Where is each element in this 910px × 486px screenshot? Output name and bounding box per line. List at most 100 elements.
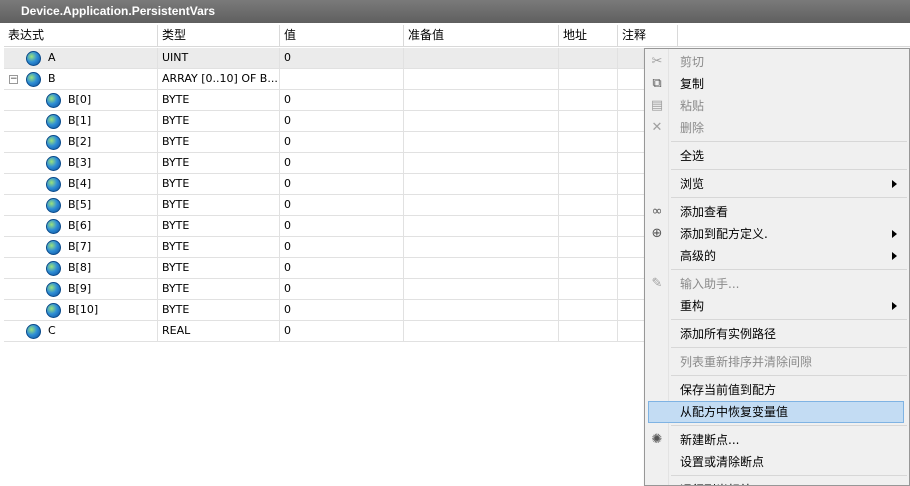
value-cell[interactable]: 0	[280, 279, 404, 300]
prepared-value-cell[interactable]	[404, 258, 559, 279]
menu-item[interactable]: 浏览	[645, 173, 909, 195]
type-cell[interactable]: REAL	[158, 321, 280, 342]
value-cell[interactable]: 0	[280, 153, 404, 174]
column-header-address[interactable]: 地址	[559, 25, 618, 47]
submenu-arrow-icon	[892, 302, 897, 310]
address-cell[interactable]	[559, 216, 618, 237]
address-cell[interactable]	[559, 69, 618, 90]
type-cell[interactable]: BYTE	[158, 279, 280, 300]
menu-item[interactable]: ▤ 粘贴	[645, 95, 909, 117]
value-cell[interactable]: 0	[280, 132, 404, 153]
menu-item[interactable]: ✎ 输入助手...	[645, 273, 909, 295]
column-header-prepared-value[interactable]: 准备值	[404, 25, 559, 47]
value-cell[interactable]: 0	[280, 195, 404, 216]
expression-cell[interactable]: B[1]	[4, 111, 158, 132]
type-cell[interactable]: BYTE	[158, 111, 280, 132]
type-cell[interactable]: BYTE	[158, 258, 280, 279]
menu-item[interactable]: ∞ 添加查看	[645, 201, 909, 223]
value-cell[interactable]: 0	[280, 48, 404, 69]
address-cell[interactable]	[559, 258, 618, 279]
address-cell[interactable]	[559, 48, 618, 69]
prepared-value-cell[interactable]	[404, 174, 559, 195]
prepared-value-cell[interactable]	[404, 132, 559, 153]
expression-cell[interactable]: B[4]	[4, 174, 158, 195]
variable-globe-icon	[46, 156, 61, 171]
expression-cell[interactable]: B[8]	[4, 258, 158, 279]
expression-cell[interactable]: C	[4, 321, 158, 342]
address-cell[interactable]	[559, 279, 618, 300]
menu-item[interactable]: ⧉ 复制	[645, 73, 909, 95]
prepared-value-cell[interactable]	[404, 321, 559, 342]
address-cell[interactable]	[559, 90, 618, 111]
menu-item[interactable]: ➜运行到光标处	[645, 479, 909, 486]
expression-cell[interactable]: B[7]	[4, 237, 158, 258]
delete-icon: ✕	[651, 120, 663, 135]
address-cell[interactable]	[559, 111, 618, 132]
value-cell[interactable]: 0	[280, 111, 404, 132]
menu-item[interactable]: 全选	[645, 145, 909, 167]
menu-item[interactable]: 设置或清除断点	[645, 451, 909, 473]
menu-item[interactable]: ✂ 剪切	[645, 51, 909, 73]
type-cell[interactable]: BYTE	[158, 216, 280, 237]
prepared-value-cell[interactable]	[404, 237, 559, 258]
address-cell[interactable]	[559, 321, 618, 342]
address-cell[interactable]	[559, 132, 618, 153]
expression-cell[interactable]: B[9]	[4, 279, 158, 300]
expression-cell[interactable]: − B	[4, 69, 158, 90]
expression-cell[interactable]: B[5]	[4, 195, 158, 216]
collapse-toggle-icon[interactable]: −	[9, 75, 18, 84]
value-cell[interactable]: 0	[280, 90, 404, 111]
menu-item[interactable]: 列表重新排序并清除间隙	[645, 351, 909, 373]
column-header-expression[interactable]: 表达式	[4, 25, 158, 47]
prepared-value-cell[interactable]	[404, 195, 559, 216]
prepared-value-cell[interactable]	[404, 216, 559, 237]
expression-cell[interactable]: B[3]	[4, 153, 158, 174]
prepared-value-cell[interactable]	[404, 90, 559, 111]
address-cell[interactable]	[559, 195, 618, 216]
expression-cell[interactable]: B[0]	[4, 90, 158, 111]
address-cell[interactable]	[559, 237, 618, 258]
value-cell[interactable]: 0	[280, 174, 404, 195]
prepared-value-cell[interactable]	[404, 48, 559, 69]
type-cell[interactable]: BYTE	[158, 237, 280, 258]
column-header-type[interactable]: 类型	[158, 25, 280, 47]
menu-item[interactable]: 保存当前值到配方	[645, 379, 909, 401]
prepared-value-cell[interactable]	[404, 300, 559, 321]
menu-item[interactable]: 重构	[645, 295, 909, 317]
type-cell[interactable]: BYTE	[158, 132, 280, 153]
prepared-value-cell[interactable]	[404, 69, 559, 90]
expression-cell[interactable]: B[6]	[4, 216, 158, 237]
menu-item[interactable]: 高级的	[645, 245, 909, 267]
value-cell[interactable]	[280, 69, 404, 90]
prepared-value-cell[interactable]	[404, 111, 559, 132]
value-cell[interactable]: 0	[280, 321, 404, 342]
prepared-value-cell[interactable]	[404, 279, 559, 300]
value-cell[interactable]: 0	[280, 237, 404, 258]
address-cell[interactable]	[559, 300, 618, 321]
menu-item[interactable]: 从配方中恢复变量值	[648, 401, 904, 423]
expression-cell[interactable]: A	[4, 48, 158, 69]
menu-item[interactable]: 添加所有实例路径	[645, 323, 909, 345]
value-cell[interactable]: 0	[280, 216, 404, 237]
type-cell[interactable]: BYTE	[158, 153, 280, 174]
column-header-comment[interactable]: 注释	[618, 25, 678, 47]
type-cell[interactable]: BYTE	[158, 300, 280, 321]
variable-globe-icon	[26, 324, 41, 339]
menu-item-label: 粘贴	[680, 99, 705, 113]
menu-item[interactable]: ✺ 新建断点...	[645, 429, 909, 451]
column-header-value[interactable]: 值	[280, 25, 404, 47]
expression-cell[interactable]: B[2]	[4, 132, 158, 153]
prepared-value-cell[interactable]	[404, 153, 559, 174]
menu-item[interactable]: ✕ 删除	[645, 117, 909, 139]
value-cell[interactable]: 0	[280, 258, 404, 279]
type-cell[interactable]: ARRAY [0..10] OF B...	[158, 69, 280, 90]
value-cell[interactable]: 0	[280, 300, 404, 321]
address-cell[interactable]	[559, 153, 618, 174]
type-cell[interactable]: BYTE	[158, 174, 280, 195]
type-cell[interactable]: UINT	[158, 48, 280, 69]
type-cell[interactable]: BYTE	[158, 195, 280, 216]
address-cell[interactable]	[559, 174, 618, 195]
menu-item[interactable]: ⊕ 添加到配方定义.	[645, 223, 909, 245]
type-cell[interactable]: BYTE	[158, 90, 280, 111]
expression-cell[interactable]: B[10]	[4, 300, 158, 321]
